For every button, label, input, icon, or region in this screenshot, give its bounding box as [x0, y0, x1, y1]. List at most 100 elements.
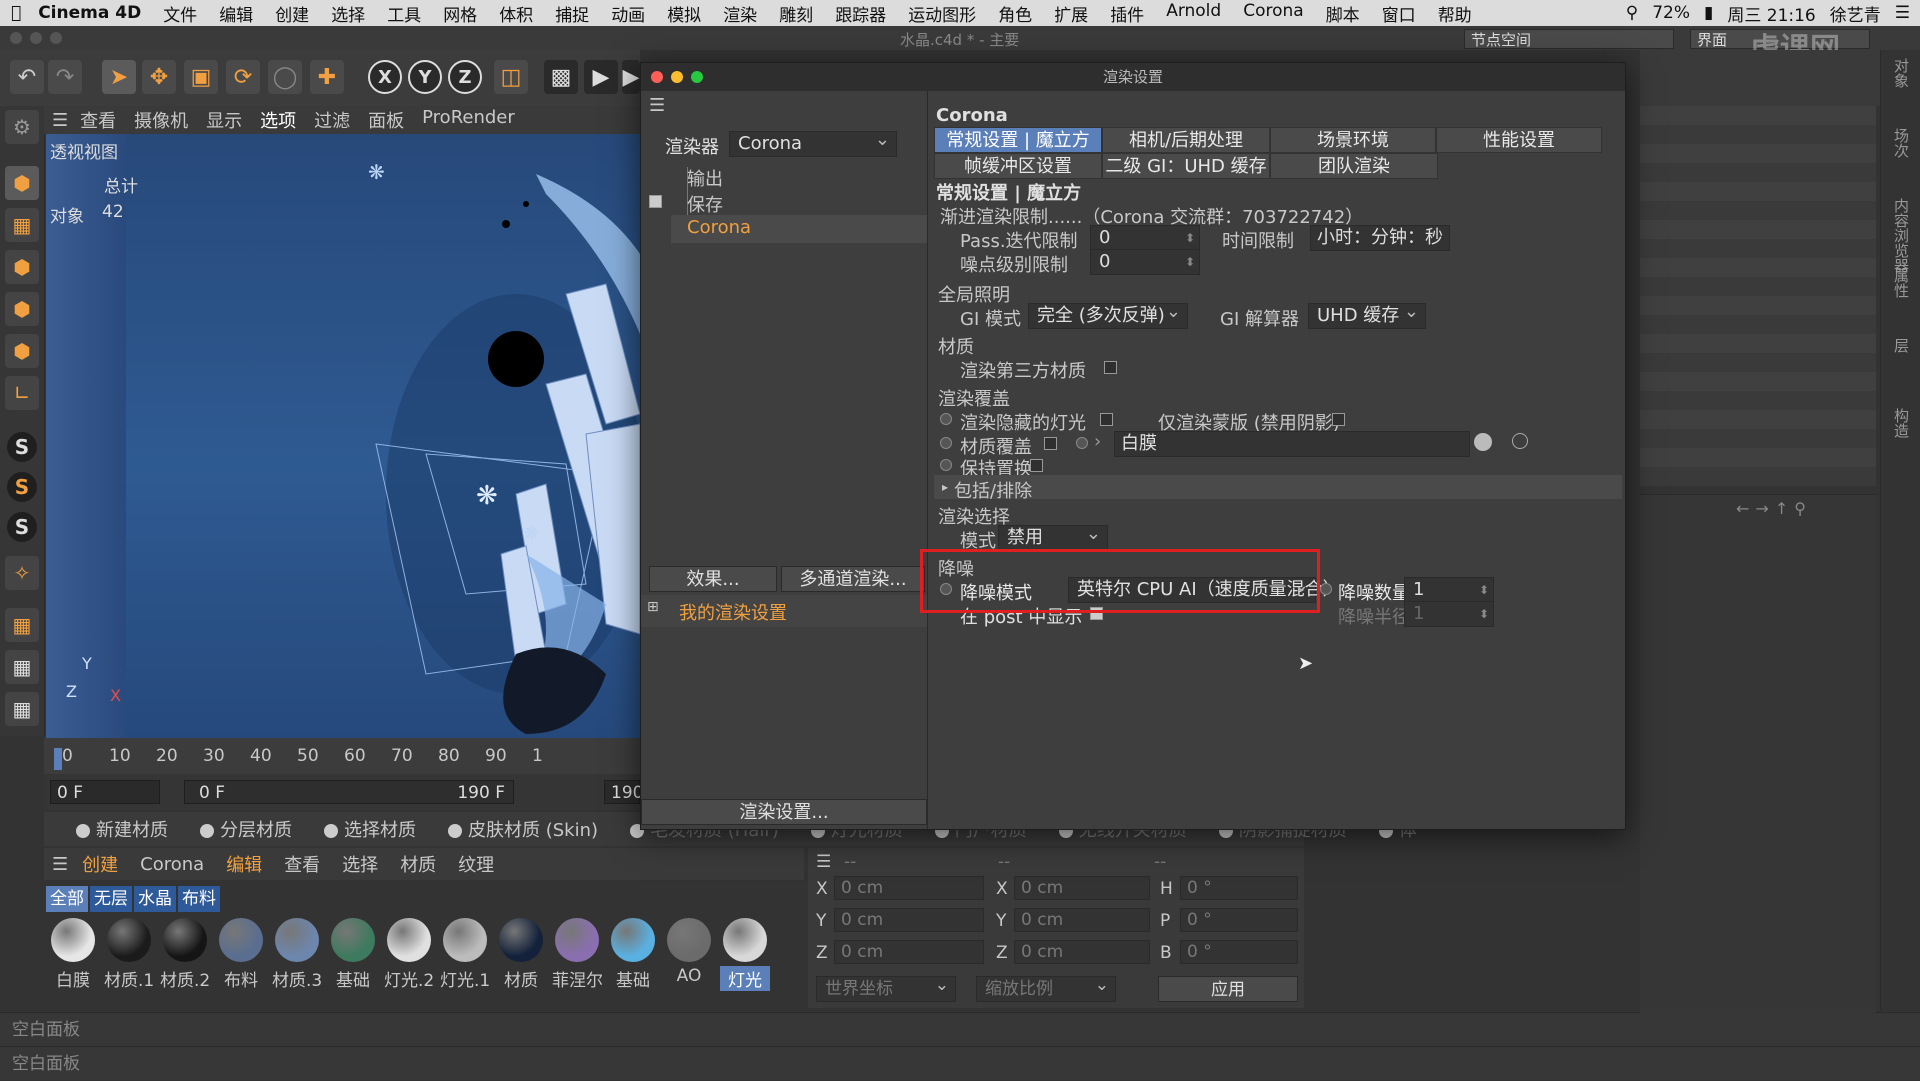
material-menu-item[interactable]: 纹理 [458, 851, 494, 877]
right-tab[interactable]: 构造 [1891, 408, 1912, 438]
undo-icon[interactable]: ↶ [10, 60, 44, 94]
dialog-minimize-button[interactable] [671, 71, 683, 83]
my-settings-row[interactable]: ⊞ 我的渲染设置 [641, 595, 927, 627]
material-swatch[interactable]: 白膜 [48, 918, 98, 991]
menu-item[interactable]: 角色 [987, 1, 1043, 26]
menu-item[interactable]: 工具 [376, 1, 432, 26]
denoise-amount-input[interactable]: 1 [1404, 577, 1494, 603]
user-name[interactable]: 徐艺青 [1830, 1, 1881, 26]
pass-input[interactable]: 0 [1090, 225, 1200, 251]
tab-row2[interactable]: 团队渲染 [1270, 153, 1438, 179]
coord-scale-input[interactable]: 0 cm [1014, 940, 1150, 964]
minimize-light[interactable] [30, 32, 42, 44]
material-swatch[interactable]: 材质.1 [104, 918, 154, 991]
menu-item[interactable]: 跟踪器 [824, 1, 897, 26]
coord-position-input[interactable]: 0 cm [834, 940, 984, 964]
multipass-button[interactable]: 多通道渲染... [781, 566, 925, 592]
material-swatch[interactable]: 基础 [608, 918, 658, 991]
right-tab[interactable]: 属性 [1891, 268, 1912, 298]
gi-mode-dropdown[interactable]: 完全 (多次反弹) [1028, 300, 1188, 329]
workplane-icon[interactable]: ▦ [5, 608, 39, 642]
menu-item[interactable]: 文件 [152, 1, 208, 26]
material-filter-tab[interactable]: 无层 [90, 886, 132, 912]
redo-icon[interactable]: ↷ [48, 60, 82, 94]
zoom-light[interactable] [50, 32, 62, 44]
grid-icon[interactable]: ▦ [5, 650, 39, 684]
menu-item[interactable]: 模拟 [656, 1, 712, 26]
right-tab[interactable]: 对象 [1891, 58, 1912, 88]
material-swatch[interactable]: 材质 [496, 918, 546, 991]
material-filter-tab[interactable]: 全部 [46, 886, 88, 912]
material-menu-item[interactable]: 编辑 [226, 851, 262, 877]
menu-item[interactable]: 扩展 [1043, 1, 1099, 26]
menu-item[interactable]: 帮助 [1427, 1, 1483, 26]
denoise-amount-radio[interactable] [1320, 583, 1332, 595]
perspective-viewport[interactable]: 透视视图 总计 对象 42 ❋ ❋ ❋ Y Z X [46, 134, 640, 738]
render-region-icon[interactable]: ▩ [544, 60, 578, 94]
tree-item-save[interactable]: 保存 [687, 191, 723, 217]
snap-grid-icon[interactable]: S [7, 512, 37, 542]
coord-position-input[interactable]: 0 cm [834, 876, 984, 900]
material-swatch[interactable]: 材质.3 [272, 918, 322, 991]
menu-item[interactable]: 捕捉 [544, 1, 600, 26]
tab-row1[interactable]: 相机/后期处理 [1102, 127, 1270, 153]
viewport-menu-item[interactable]: 摄像机 [134, 107, 188, 133]
polygons-mode-icon[interactable]: ⬢ [5, 334, 39, 368]
menu-item[interactable]: 渲染 [712, 1, 768, 26]
dialog-menu-icon[interactable]: ☰ [649, 95, 665, 116]
dialog-close-button[interactable] [651, 71, 663, 83]
world-coords-dropdown[interactable]: 世界坐标 [816, 973, 956, 1002]
clear-link-icon[interactable] [1512, 433, 1528, 449]
menu-item[interactable]: 窗口 [1371, 1, 1427, 26]
hidden-lights-checkbox[interactable] [1100, 413, 1113, 426]
right-tab[interactable]: 层 [1891, 338, 1912, 353]
menu-item[interactable]: Corona [1232, 1, 1314, 26]
close-light[interactable] [10, 32, 22, 44]
attribute-nav-icons[interactable]: ←→↑⚲ [1736, 499, 1812, 518]
keep-displace-radio[interactable] [940, 459, 952, 471]
coord-rotation-input[interactable]: 0 ° [1180, 876, 1298, 900]
menu-item[interactable]: 创建 [264, 1, 320, 26]
right-tab[interactable]: 场次 [1891, 128, 1912, 158]
save-checkbox[interactable] [649, 195, 662, 208]
scale-dropdown[interactable]: 缩放比例 [976, 973, 1116, 1002]
coord-scale-input[interactable]: 0 cm [1014, 908, 1150, 932]
render-settings-button[interactable]: 渲染设置... [641, 799, 927, 825]
mode-dropdown[interactable]: 禁用 [998, 522, 1108, 551]
tree-item-output[interactable]: 输出 [687, 165, 723, 191]
texture-mode-icon[interactable]: ▦ [5, 208, 39, 242]
material-create-item[interactable]: 新建材质 [60, 816, 168, 842]
tree-item-corona[interactable]: Corona [687, 217, 751, 238]
tab-row2[interactable]: 帧缓冲区设置 [934, 153, 1102, 179]
end-frame-field[interactable]: 190 [604, 780, 643, 804]
dialog-zoom-button[interactable] [691, 71, 703, 83]
viewport-menu-item[interactable]: 选项 [260, 107, 296, 133]
material-swatch[interactable]: 灯光 [720, 918, 770, 991]
material-menu-item[interactable]: 查看 [284, 851, 320, 877]
time-limit-input[interactable]: 小时：分钟：秒 [1310, 225, 1450, 251]
model-mode-icon[interactable]: ⚙ [5, 110, 39, 144]
menu-item[interactable]: 雕刻 [768, 1, 824, 26]
material-menu-item[interactable]: 创建 [82, 851, 118, 877]
magnet-icon[interactable]: ✧ [5, 556, 39, 590]
x-axis-icon[interactable]: X [368, 60, 402, 94]
material-swatch[interactable]: 材质.2 [160, 918, 210, 991]
viewport-menu-item[interactable]: ProRender [422, 107, 515, 133]
material-filter-tab[interactable]: 水晶 [134, 886, 176, 912]
render-settings-icon[interactable]: ▶ [622, 60, 640, 94]
render-view-icon[interactable]: ▶ [584, 60, 618, 94]
menu-item[interactable]: 运动图形 [897, 1, 987, 26]
material-create-item[interactable]: 分层材质 [184, 816, 292, 842]
mat-link-radio[interactable] [1076, 437, 1088, 449]
renderer-dropdown[interactable]: Corona [729, 128, 897, 157]
viewport-menu-item[interactable]: 面板 [368, 107, 404, 133]
third-party-checkbox[interactable] [1104, 361, 1117, 374]
my-render-settings[interactable]: 我的渲染设置 [679, 599, 787, 625]
clock[interactable]: 周三 21:16 [1727, 1, 1815, 26]
attribute-manager[interactable]: ←→↑⚲ [1640, 494, 1876, 1015]
tab-row2[interactable]: 二级 GI：UHD 缓存 [1102, 153, 1270, 179]
material-filter-tab[interactable]: 布料 [178, 886, 220, 912]
select-tool-icon[interactable]: ➤ [102, 60, 136, 94]
coords-menu-icon[interactable]: ☰ [816, 852, 831, 872]
material-swatch[interactable]: 菲涅尔 [552, 918, 602, 991]
